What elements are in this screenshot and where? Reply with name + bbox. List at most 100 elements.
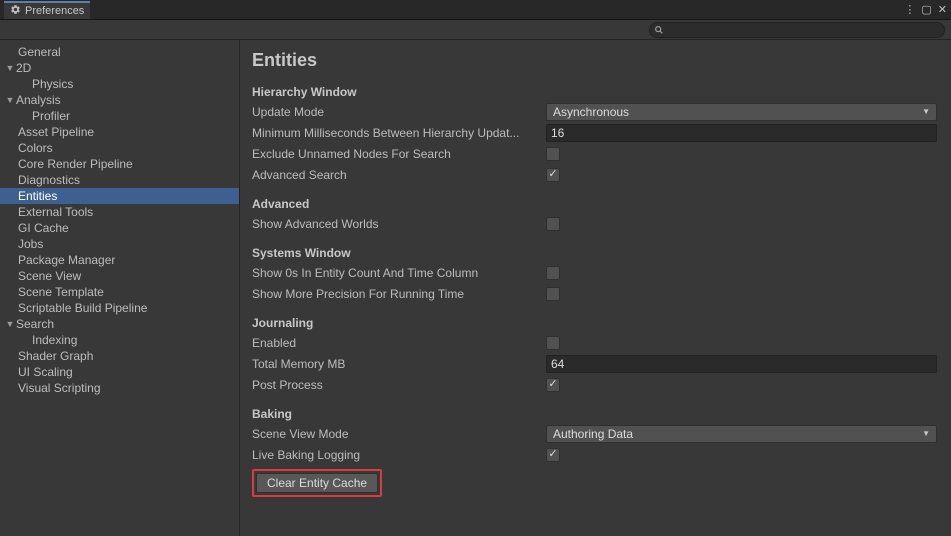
row-min-ms: Minimum Milliseconds Between Hierarchy U… — [252, 122, 937, 143]
sidebar-item-asset-pipeline[interactable]: Asset Pipeline — [0, 124, 239, 140]
dropdown-update-mode[interactable]: Asynchronous ▼ — [546, 103, 937, 121]
sidebar-item-label: GI Cache — [18, 221, 69, 235]
close-icon[interactable]: ✕ — [938, 3, 947, 16]
label-advanced-search: Advanced Search — [252, 168, 546, 182]
sidebar-item-label: Indexing — [32, 333, 77, 347]
section-header-systems: Systems Window — [252, 246, 937, 260]
sidebar-item-scene-view[interactable]: Scene View — [0, 268, 239, 284]
sidebar-item-label: Entities — [18, 189, 57, 203]
sidebar-item-diagnostics[interactable]: Diagnostics — [0, 172, 239, 188]
highlight-clear-cache: Clear Entity Cache — [252, 469, 382, 497]
sidebar-item-package-manager[interactable]: Package Manager — [0, 252, 239, 268]
sidebar: General▼2DPhysics▼AnalysisProfilerAsset … — [0, 40, 240, 536]
sidebar-item-label: Jobs — [18, 237, 43, 251]
sidebar-item-label: Colors — [18, 141, 53, 155]
sidebar-item-external-tools[interactable]: External Tools — [0, 204, 239, 220]
checkbox-post-process[interactable] — [546, 378, 560, 392]
checkbox-show-adv-worlds[interactable] — [546, 217, 560, 231]
preferences-tab[interactable]: Preferences — [4, 1, 90, 19]
row-show-adv-worlds: Show Advanced Worlds — [252, 213, 937, 234]
input-total-mem[interactable]: 64 — [546, 355, 937, 373]
sidebar-item-indexing[interactable]: Indexing — [0, 332, 239, 348]
sidebar-item-label: Core Render Pipeline — [18, 157, 133, 171]
sidebar-item-general[interactable]: General — [0, 44, 239, 60]
sidebar-item-colors[interactable]: Colors — [0, 140, 239, 156]
gear-icon — [10, 4, 21, 18]
checkbox-exclude-unnamed[interactable] — [546, 147, 560, 161]
checkbox-live-baking[interactable] — [546, 448, 560, 462]
search-input[interactable] — [664, 24, 940, 36]
checkbox-advanced-search[interactable] — [546, 168, 560, 182]
section-header-baking: Baking — [252, 407, 937, 421]
row-advanced-search: Advanced Search — [252, 164, 937, 185]
checkbox-journaling-enabled[interactable] — [546, 336, 560, 350]
sidebar-item-physics[interactable]: Physics — [0, 76, 239, 92]
sidebar-item-label: Profiler — [32, 109, 70, 123]
sidebar-item-label: Visual Scripting — [18, 381, 101, 395]
tab-title: Preferences — [25, 5, 84, 17]
tree-expand-icon[interactable]: ▼ — [4, 95, 16, 105]
checkbox-show-0s[interactable] — [546, 266, 560, 280]
tree-expand-icon[interactable]: ▼ — [4, 63, 16, 73]
search-box[interactable] — [649, 22, 945, 38]
search-icon — [654, 25, 664, 35]
maximize-icon[interactable]: ▢ — [921, 3, 931, 16]
row-exclude-unnamed: Exclude Unnamed Nodes For Search — [252, 143, 937, 164]
dropdown-scene-view-mode[interactable]: Authoring Data ▼ — [546, 425, 937, 443]
chevron-down-icon: ▼ — [922, 107, 930, 116]
sidebar-item-label: Shader Graph — [18, 349, 93, 363]
label-show-adv-worlds: Show Advanced Worlds — [252, 217, 546, 231]
sidebar-item-label: UI Scaling — [18, 365, 73, 379]
sidebar-item-gi-cache[interactable]: GI Cache — [0, 220, 239, 236]
tree-expand-icon[interactable]: ▼ — [4, 319, 16, 329]
sidebar-item-label: 2D — [16, 61, 31, 75]
sidebar-item-profiler[interactable]: Profiler — [0, 108, 239, 124]
label-live-baking: Live Baking Logging — [252, 448, 546, 462]
sidebar-item-shader-graph[interactable]: Shader Graph — [0, 348, 239, 364]
dropdown-update-mode-value: Asynchronous — [553, 105, 629, 119]
row-total-mem: Total Memory MB 64 — [252, 353, 937, 374]
sidebar-item-label: Physics — [32, 77, 73, 91]
label-post-process: Post Process — [252, 378, 546, 392]
sidebar-item-label: External Tools — [18, 205, 93, 219]
label-show-0s: Show 0s In Entity Count And Time Column — [252, 266, 546, 280]
section-header-journaling: Journaling — [252, 316, 937, 330]
label-exclude-unnamed: Exclude Unnamed Nodes For Search — [252, 147, 546, 161]
chevron-down-icon: ▼ — [922, 429, 930, 438]
sidebar-item-visual-scripting[interactable]: Visual Scripting — [0, 380, 239, 396]
row-journaling-enabled: Enabled — [252, 332, 937, 353]
sidebar-item-scriptable-build-pipeline[interactable]: Scriptable Build Pipeline — [0, 300, 239, 316]
clear-entity-cache-button[interactable]: Clear Entity Cache — [256, 473, 378, 493]
sidebar-item-jobs[interactable]: Jobs — [0, 236, 239, 252]
sidebar-item-core-render-pipeline[interactable]: Core Render Pipeline — [0, 156, 239, 172]
row-live-baking: Live Baking Logging — [252, 444, 937, 465]
label-update-mode: Update Mode — [252, 105, 546, 119]
row-update-mode: Update Mode Asynchronous ▼ — [252, 101, 937, 122]
page-title: Entities — [252, 50, 937, 71]
sidebar-item-entities[interactable]: Entities — [0, 188, 239, 204]
label-min-ms: Minimum Milliseconds Between Hierarchy U… — [252, 126, 546, 140]
dropdown-scene-view-mode-value: Authoring Data — [553, 427, 633, 441]
sidebar-item-label: Asset Pipeline — [18, 125, 94, 139]
window-menu-icon[interactable]: ⋮ — [904, 3, 915, 16]
sidebar-item-2d[interactable]: ▼2D — [0, 60, 239, 76]
row-show-0s: Show 0s In Entity Count And Time Column — [252, 262, 937, 283]
sidebar-item-label: General — [18, 45, 61, 59]
sidebar-item-analysis[interactable]: ▼Analysis — [0, 92, 239, 108]
main: General▼2DPhysics▼AnalysisProfilerAsset … — [0, 40, 951, 536]
sidebar-item-scene-template[interactable]: Scene Template — [0, 284, 239, 300]
label-show-more-precision: Show More Precision For Running Time — [252, 287, 546, 301]
sidebar-item-label: Analysis — [16, 93, 61, 107]
sidebar-item-ui-scaling[interactable]: UI Scaling — [0, 364, 239, 380]
window-controls: ⋮ ▢ ✕ — [904, 3, 947, 16]
titlebar: Preferences ⋮ ▢ ✕ — [0, 0, 951, 20]
row-post-process: Post Process — [252, 374, 937, 395]
label-journaling-enabled: Enabled — [252, 336, 546, 350]
sidebar-item-label: Search — [16, 317, 54, 331]
sidebar-item-label: Package Manager — [18, 253, 115, 267]
sidebar-item-search[interactable]: ▼Search — [0, 316, 239, 332]
search-row — [0, 20, 951, 40]
section-header-advanced: Advanced — [252, 197, 937, 211]
checkbox-show-more-precision[interactable] — [546, 287, 560, 301]
input-min-ms[interactable]: 16 — [546, 124, 937, 142]
